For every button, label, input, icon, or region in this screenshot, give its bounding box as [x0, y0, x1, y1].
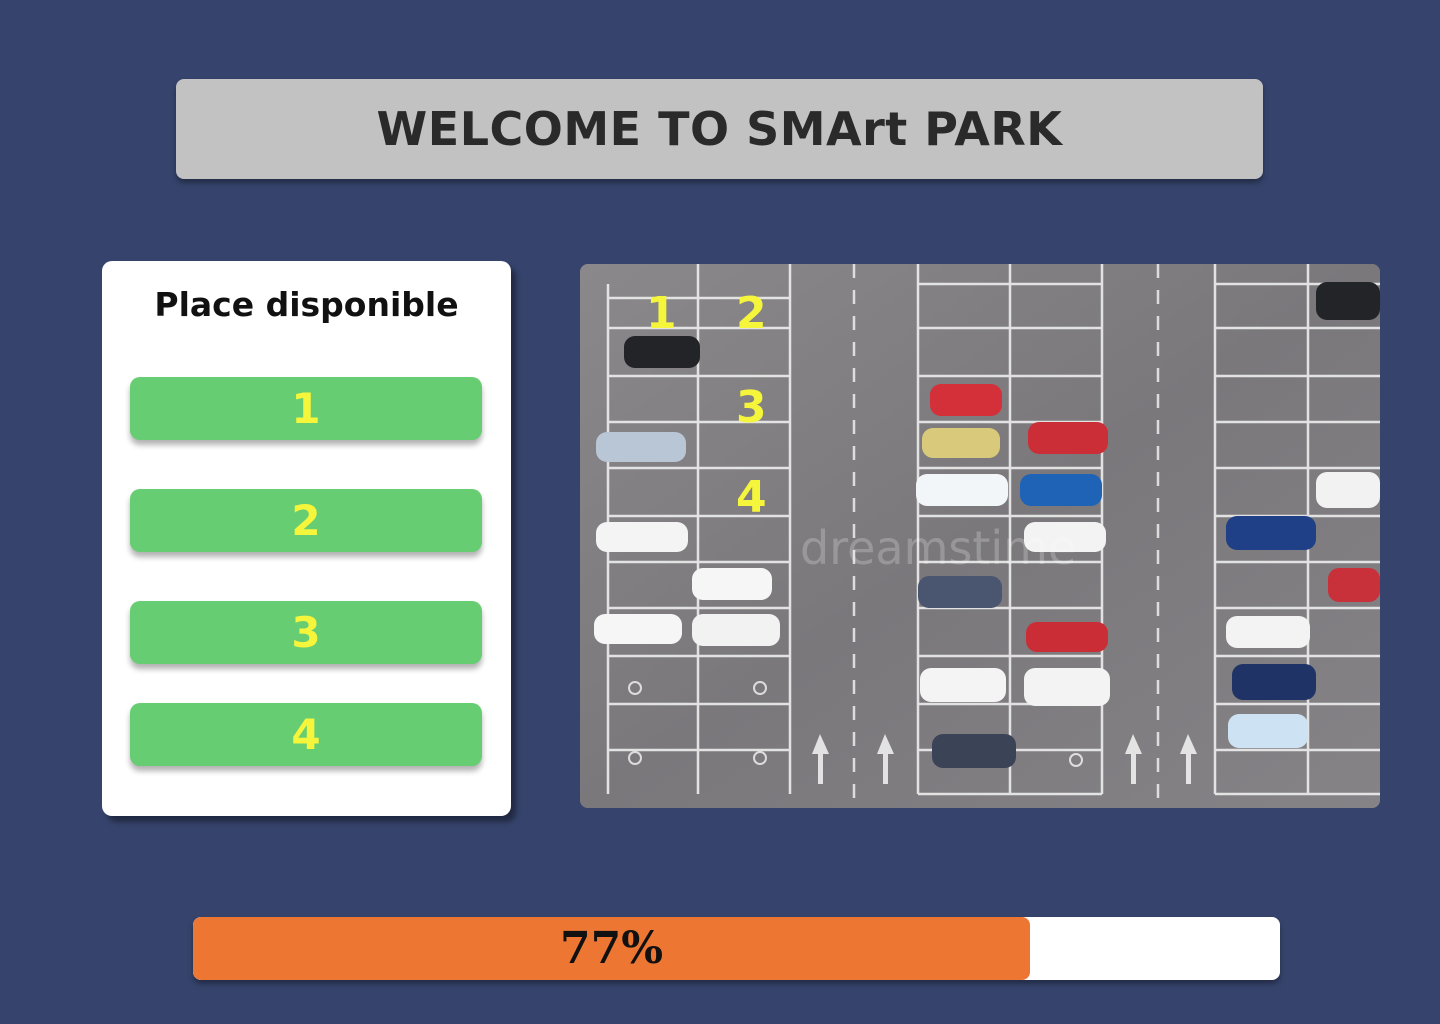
page-title: WELCOME TO SMArt PARK — [376, 102, 1063, 156]
spot-label: 1 — [291, 384, 321, 433]
lot-spot-label-3: 3 — [736, 382, 767, 433]
spot-label: 4 — [291, 710, 321, 759]
occupancy-progress-bar: 77% — [193, 917, 1280, 980]
available-spots-panel: Place disponible 1 2 3 4 — [102, 261, 511, 816]
spot-button-4[interactable]: 4 — [130, 703, 482, 766]
panel-title: Place disponible — [154, 285, 459, 324]
lot-spot-label-2: 2 — [736, 288, 767, 339]
parking-lot-image: dreamstime 1 2 3 4 — [580, 264, 1380, 808]
occupancy-percent-label: 77% — [559, 923, 664, 974]
spot-button-1[interactable]: 1 — [130, 377, 482, 440]
spot-label: 2 — [291, 496, 321, 545]
header-banner: WELCOME TO SMArt PARK — [176, 79, 1263, 179]
watermark: dreamstime — [800, 521, 1076, 575]
lot-spot-label-1: 1 — [646, 288, 677, 339]
spot-button-2[interactable]: 2 — [130, 489, 482, 552]
lot-spot-label-4: 4 — [736, 472, 767, 523]
spot-button-3[interactable]: 3 — [130, 601, 482, 664]
spot-label: 3 — [291, 608, 321, 657]
